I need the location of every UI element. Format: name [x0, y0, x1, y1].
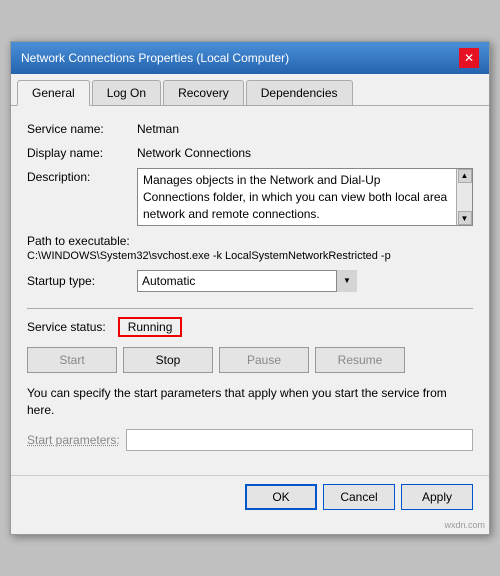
cancel-button[interactable]: Cancel	[323, 484, 395, 510]
scroll-up-arrow[interactable]: ▲	[458, 169, 472, 183]
display-name-value: Network Connections	[137, 144, 251, 160]
startup-select-wrapper[interactable]: Automatic Manual Disabled	[137, 270, 357, 292]
startup-row: Startup type: Automatic Manual Disabled	[27, 270, 473, 292]
watermark: wxdn.com	[11, 520, 489, 534]
tab-content: Service name: Netman Display name: Netwo…	[11, 106, 489, 475]
path-label: Path to executable:	[27, 234, 473, 248]
stop-button[interactable]: Stop	[123, 347, 213, 373]
service-control-buttons: Start Stop Pause Resume	[27, 347, 473, 373]
footer: OK Cancel Apply	[11, 475, 489, 520]
service-name-label: Service name:	[27, 120, 137, 136]
apply-button[interactable]: Apply	[401, 484, 473, 510]
tab-bar: General Log On Recovery Dependencies	[11, 74, 489, 106]
pause-button[interactable]: Pause	[219, 347, 309, 373]
path-section: Path to executable: C:\WINDOWS\System32\…	[27, 234, 473, 262]
description-box: Manages objects in the Network and Dial-…	[137, 168, 473, 226]
properties-window: Network Connections Properties (Local Co…	[10, 41, 490, 535]
service-status-badge: Running	[118, 317, 183, 337]
description-text: Manages objects in the Network and Dial-…	[143, 172, 467, 222]
close-button[interactable]: ✕	[459, 48, 479, 68]
ok-button[interactable]: OK	[245, 484, 317, 510]
start-button[interactable]: Start	[27, 347, 117, 373]
scroll-down-arrow[interactable]: ▼	[458, 211, 472, 225]
tab-general[interactable]: General	[17, 80, 90, 106]
info-text: You can specify the start parameters tha…	[27, 385, 473, 419]
startup-select[interactable]: Automatic Manual Disabled	[137, 270, 357, 292]
params-label: Start parameters:	[27, 433, 120, 447]
display-name-row: Display name: Network Connections	[27, 144, 473, 160]
service-status-label: Service status:	[27, 320, 106, 334]
title-bar: Network Connections Properties (Local Co…	[11, 42, 489, 74]
description-row: Description: Manages objects in the Netw…	[27, 168, 473, 226]
divider	[27, 308, 473, 309]
service-name-value: Netman	[137, 120, 179, 136]
resume-button[interactable]: Resume	[315, 347, 405, 373]
window-title: Network Connections Properties (Local Co…	[21, 51, 289, 65]
startup-label: Startup type:	[27, 274, 137, 288]
params-input[interactable]	[126, 429, 473, 451]
service-name-row: Service name: Netman	[27, 120, 473, 136]
path-value: C:\WINDOWS\System32\svchost.exe -k Local…	[27, 250, 473, 262]
description-scrollbar[interactable]: ▲ ▼	[456, 169, 472, 225]
status-row: Service status: Running	[27, 317, 473, 337]
display-name-label: Display name:	[27, 144, 137, 160]
description-label: Description:	[27, 168, 137, 184]
params-row: Start parameters:	[27, 429, 473, 451]
tab-recovery[interactable]: Recovery	[163, 80, 244, 105]
tab-logon[interactable]: Log On	[92, 80, 161, 105]
tab-dependencies[interactable]: Dependencies	[246, 80, 353, 105]
